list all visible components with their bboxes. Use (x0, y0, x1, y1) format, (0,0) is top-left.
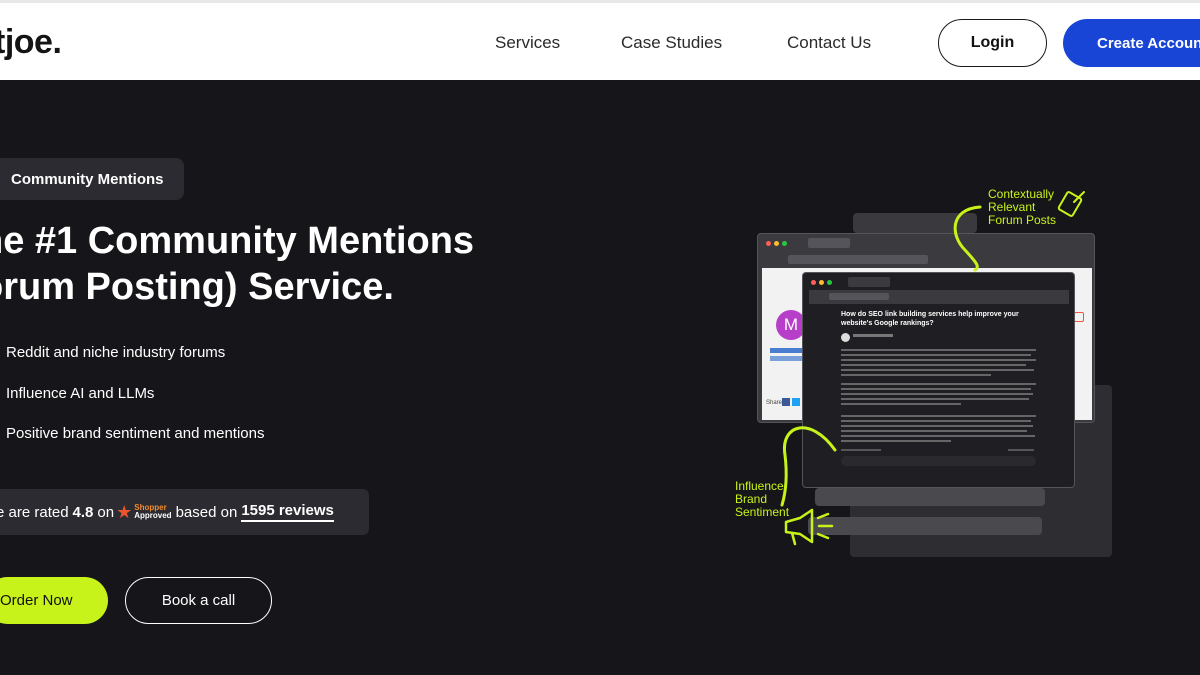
shopper-approved-logo: ★ Shopper Approved (116, 503, 171, 521)
headline-line-2: orum Posting) Service. (0, 266, 394, 308)
reviews-link[interactable]: 1595 reviews (241, 502, 334, 522)
rating-prefix: e are rated (0, 503, 69, 521)
rating-banner: e are rated 4.8 on ★ Shopper Approved ba… (0, 489, 369, 535)
book-call-button[interactable]: Book a call (125, 577, 272, 624)
feature-item: Influence AI and LLMs (6, 385, 155, 402)
site-header: tjoe. Services Case Studies Contact Us L… (0, 3, 1200, 80)
headline-line-1: he #1 Community Mentions (0, 220, 475, 262)
feature-item: Positive brand sentiment and mentions (6, 425, 265, 442)
nav-case-studies[interactable]: Case Studies (621, 33, 722, 53)
login-button[interactable]: Login (938, 19, 1047, 67)
pencil-note-icon (1057, 191, 1085, 217)
nav-contact-us[interactable]: Contact Us (787, 33, 871, 53)
site-logo[interactable]: tjoe. (0, 23, 62, 62)
create-account-button[interactable]: Create Account (1063, 19, 1200, 67)
rating-on: on (97, 503, 115, 521)
feature-item: Reddit and niche industry forums (6, 344, 226, 361)
badge-line-2: Approved (134, 511, 172, 520)
rating-based: based on (175, 503, 238, 521)
star-icon: ★ (116, 502, 133, 522)
nav-services[interactable]: Services (495, 33, 560, 53)
category-badge: Community Mentions (0, 158, 184, 200)
rating-score: 4.8 (72, 503, 94, 521)
megaphone-icon (784, 508, 834, 546)
annotation-top: Contextually Relevant Forum Posts (988, 187, 1057, 227)
report-icon (1074, 312, 1084, 322)
order-now-button[interactable]: Order Now (0, 577, 108, 624)
page-title: he #1 Community Mentions orum Posting) S… (0, 218, 474, 310)
